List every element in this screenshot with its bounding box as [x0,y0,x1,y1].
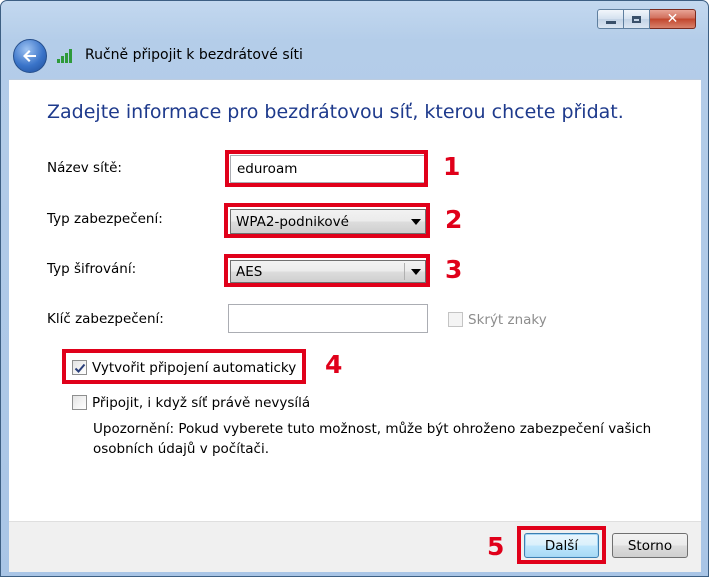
close-icon: ✕ [666,11,679,27]
encryption-type-label: Typ šifrování: [47,261,137,277]
connect-hidden-checkbox[interactable] [72,395,87,410]
dialog-footer: 5 Další Storno [9,521,701,572]
warning-text: Upozornění: Pokud vyberete tuto možnost,… [93,421,652,457]
close-button[interactable]: ✕ [650,9,696,29]
annotation-number-2: 2 [445,205,463,234]
security-type-label: Typ zabezpečení: [47,211,163,227]
hide-characters-checkbox[interactable] [448,312,463,327]
caption-buttons: ✕ [597,9,696,29]
maximize-icon [632,15,641,23]
annotation-number-3: 3 [445,255,463,284]
annotation-box-2 [224,203,430,238]
back-button[interactable] [13,39,47,73]
minimize-button[interactable] [597,9,624,29]
back-arrow-icon [23,50,36,62]
navigation-bar: Ručně připojit k bezdrátové síti [11,37,701,77]
wifi-signal-icon [57,49,72,63]
annotation-box-3 [224,254,430,287]
dialog-window: ✕ Ručně připojit k bezdrátové síti Zadej… [0,0,709,577]
annotation-number-5: 5 [487,532,505,561]
hide-characters-label: Skrýt znaky [468,312,547,328]
security-key-input[interactable] [228,304,428,333]
annotation-box-1 [225,150,428,187]
annotation-box-4 [62,349,306,384]
page-title: Zadejte informace pro bezdrátovou síť, k… [47,101,624,123]
annotation-number-1: 1 [443,152,461,181]
annotation-number-4: 4 [325,350,343,379]
security-key-label: Klíč zabezpečení: [47,311,164,327]
next-button[interactable]: Další [524,533,599,558]
cancel-button[interactable]: Storno [612,533,688,558]
minimize-icon [605,20,616,24]
dialog-content: Zadejte informace pro bezdrátovou síť, k… [9,79,701,522]
nav-title: Ručně připojit k bezdrátové síti [85,47,303,63]
connect-hidden-label: Připojit, i když síť právě nevysílá [92,395,311,411]
network-name-label: Název sítě: [47,160,122,176]
maximize-button[interactable] [624,9,650,29]
